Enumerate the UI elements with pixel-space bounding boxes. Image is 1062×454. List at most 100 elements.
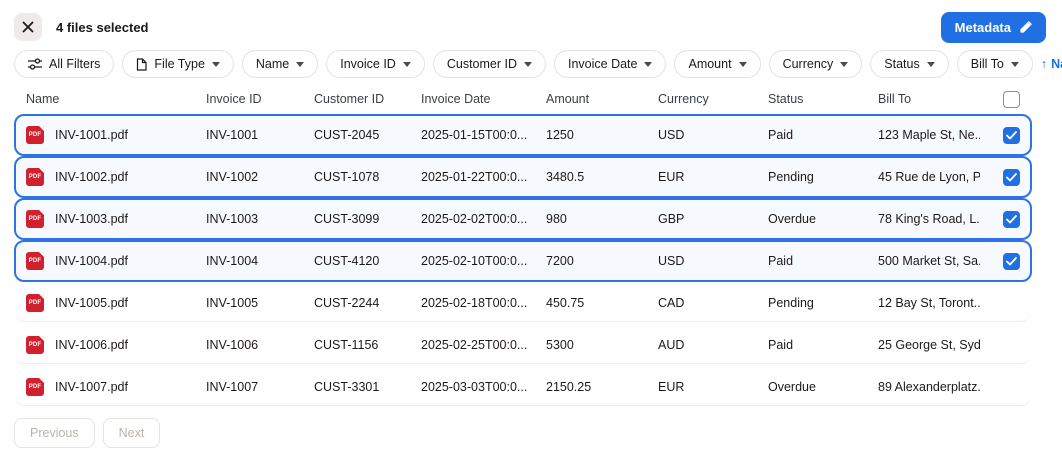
row-checkbox[interactable]	[1003, 169, 1020, 186]
selection-count-label: 4 files selected	[56, 20, 149, 35]
filter-chip-name[interactable]: Name	[242, 50, 318, 78]
filter-chip-label: Name	[256, 57, 289, 71]
sort-control[interactable]: ↑ Name ▴	[1041, 57, 1062, 71]
sliders-icon	[28, 58, 42, 70]
file-name: INV-1006.pdf	[55, 338, 128, 352]
table-row[interactable]: PDF INV-1003.pdf INV-1003CUST-30992025-02-…	[14, 198, 1032, 240]
all-filters-button[interactable]: All Filters	[14, 50, 114, 78]
filter-chip-label: Invoice Date	[568, 57, 637, 71]
filter-chip-label: Customer ID	[447, 57, 517, 71]
pdf-icon-label: PDF	[29, 174, 42, 180]
selection-header: 4 files selected Metadata	[0, 0, 1062, 48]
column-header-name: Name	[26, 92, 206, 106]
select-all-checkbox[interactable]	[1003, 91, 1020, 108]
cell-invoice-id: INV-1003	[206, 212, 314, 226]
filter-chip-label: Invoice ID	[340, 57, 396, 71]
table-row[interactable]: PDFINV-1005.pdfINV-1005CUST-22442025-02-…	[14, 282, 1032, 324]
all-filters-label: All Filters	[49, 57, 100, 71]
cell-invoice-date: 2025-03-03T00:0...	[421, 380, 546, 394]
cell-currency: AUD	[658, 338, 768, 352]
caret-down-icon	[1011, 62, 1019, 67]
file-name-cell: PDFINV-1005.pdf	[26, 294, 206, 312]
file-name: INV-1002.pdf	[55, 170, 128, 184]
file-name-cell: PDF INV-1007.pdf	[26, 378, 206, 396]
pencil-icon	[1019, 21, 1032, 34]
filter-chip-customer-id[interactable]: Customer ID	[433, 50, 546, 78]
cell-status: Overdue	[768, 380, 878, 394]
caret-down-icon	[403, 62, 411, 67]
sort-field-label: Name	[1051, 57, 1062, 71]
pdf-icon-label: PDF	[29, 300, 42, 306]
cell-currency: EUR	[658, 380, 768, 394]
cell-invoice-id: INV-1006	[206, 338, 314, 352]
table-header-row: NameInvoice IDCustomer IDInvoice DateAmo…	[14, 84, 1032, 114]
column-header-invoice-id: Invoice ID	[206, 92, 314, 106]
filter-chip-currency[interactable]: Currency	[769, 50, 863, 78]
file-name: INV-1007.pdf	[55, 380, 128, 394]
next-button[interactable]: Next	[103, 418, 161, 448]
cell-status: Paid	[768, 338, 878, 352]
row-checkbox[interactable]	[1003, 253, 1020, 270]
table-row[interactable]: PDFINV-1002.pdfINV-1002CUST-10782025-01-…	[14, 156, 1032, 198]
cell-bill-to: 89 Alexanderplatz...	[878, 380, 980, 394]
cell-amount: 450.75	[546, 296, 658, 310]
caret-down-icon	[644, 62, 652, 67]
cell-status: Pending	[768, 296, 878, 310]
cell-customer-id: CUST-1078	[314, 170, 421, 184]
cell-status: Overdue	[768, 212, 878, 226]
cell-invoice-id: INV-1001	[206, 128, 314, 142]
pdf-file-icon: PDF	[26, 378, 44, 396]
metadata-button[interactable]: Metadata	[941, 12, 1046, 43]
table-row[interactable]: PDFINV-1006.pdfINV-1006CUST-11562025-02-…	[14, 324, 1032, 366]
file-name: INV-1003.pdf	[55, 212, 128, 226]
caret-down-icon	[739, 62, 747, 67]
pdf-file-icon: PDF	[26, 126, 44, 144]
filter-chip-invoice-date[interactable]: Invoice Date	[554, 50, 666, 78]
cell-currency: GBP	[658, 212, 768, 226]
close-selection-button[interactable]	[14, 13, 42, 41]
cell-invoice-date: 2025-02-02T00:0...	[421, 212, 546, 226]
table-row[interactable]: PDFINV-1004.pdfINV-1004CUST-41202025-02-…	[14, 240, 1032, 282]
caret-down-icon	[840, 62, 848, 67]
file-name-cell: PDF INV-1003.pdf	[26, 210, 206, 228]
row-checkbox[interactable]	[1003, 211, 1020, 228]
cell-amount: 980	[546, 212, 658, 226]
cell-invoice-date: 2025-01-15T00:0...	[421, 128, 546, 142]
cell-invoice-date: 2025-02-10T00:0...	[421, 254, 546, 268]
row-checkbox[interactable]	[1003, 127, 1020, 144]
file-table: NameInvoice IDCustomer IDInvoice DateAmo…	[14, 84, 1032, 408]
previous-button[interactable]: Previous	[14, 418, 95, 448]
filter-chip-file-type[interactable]: File Type	[122, 50, 234, 78]
cell-customer-id: CUST-2244	[314, 296, 421, 310]
table-row[interactable]: PDFINV-1007.pdfINV-1007CUST-33012025-03-…	[14, 366, 1032, 408]
filter-chip-bill-to[interactable]: Bill To	[957, 50, 1033, 78]
cell-bill-to: 123 Maple St, Ne...	[878, 128, 980, 142]
file-name-cell: PDF INV-1001.pdf	[26, 126, 206, 144]
table-row[interactable]: PDFINV-1001.pdfINV-1001CUST-20452025-01-…	[14, 114, 1032, 156]
pdf-file-icon: PDF	[26, 252, 44, 270]
filter-chip-status[interactable]: Status	[870, 50, 948, 78]
pdf-file-icon: PDF	[26, 336, 44, 354]
cell-customer-id: CUST-1156	[314, 338, 421, 352]
caret-down-icon	[212, 62, 220, 67]
file-name: INV-1001.pdf	[55, 128, 128, 142]
filter-chip-amount[interactable]: Amount	[674, 50, 760, 78]
pdf-file-icon: PDF	[26, 294, 44, 312]
cell-customer-id: CUST-3099	[314, 212, 421, 226]
pdf-icon-label: PDF	[29, 216, 42, 222]
caret-down-icon	[524, 62, 532, 67]
filter-chip-invoice-id[interactable]: Invoice ID	[326, 50, 425, 78]
column-header-amount: Amount	[546, 92, 658, 106]
cell-bill-to: 45 Rue de Lyon, P...	[878, 170, 980, 184]
filter-chip-label: Status	[884, 57, 919, 71]
cell-invoice-date: 2025-02-18T00:0...	[421, 296, 546, 310]
caret-down-icon	[296, 62, 304, 67]
file-name-cell: PDF INV-1002.pdf	[26, 168, 206, 186]
file-table-body: PDFINV-1001.pdfINV-1001CUST-20452025-01-…	[14, 114, 1032, 408]
cell-bill-to: 500 Market St, Sa...	[878, 254, 980, 268]
cell-invoice-id: INV-1005	[206, 296, 314, 310]
cell-invoice-id: INV-1004	[206, 254, 314, 268]
cell-currency: USD	[658, 254, 768, 268]
column-header-invoice-date: Invoice Date	[421, 92, 546, 106]
column-header-status: Status	[768, 92, 878, 106]
